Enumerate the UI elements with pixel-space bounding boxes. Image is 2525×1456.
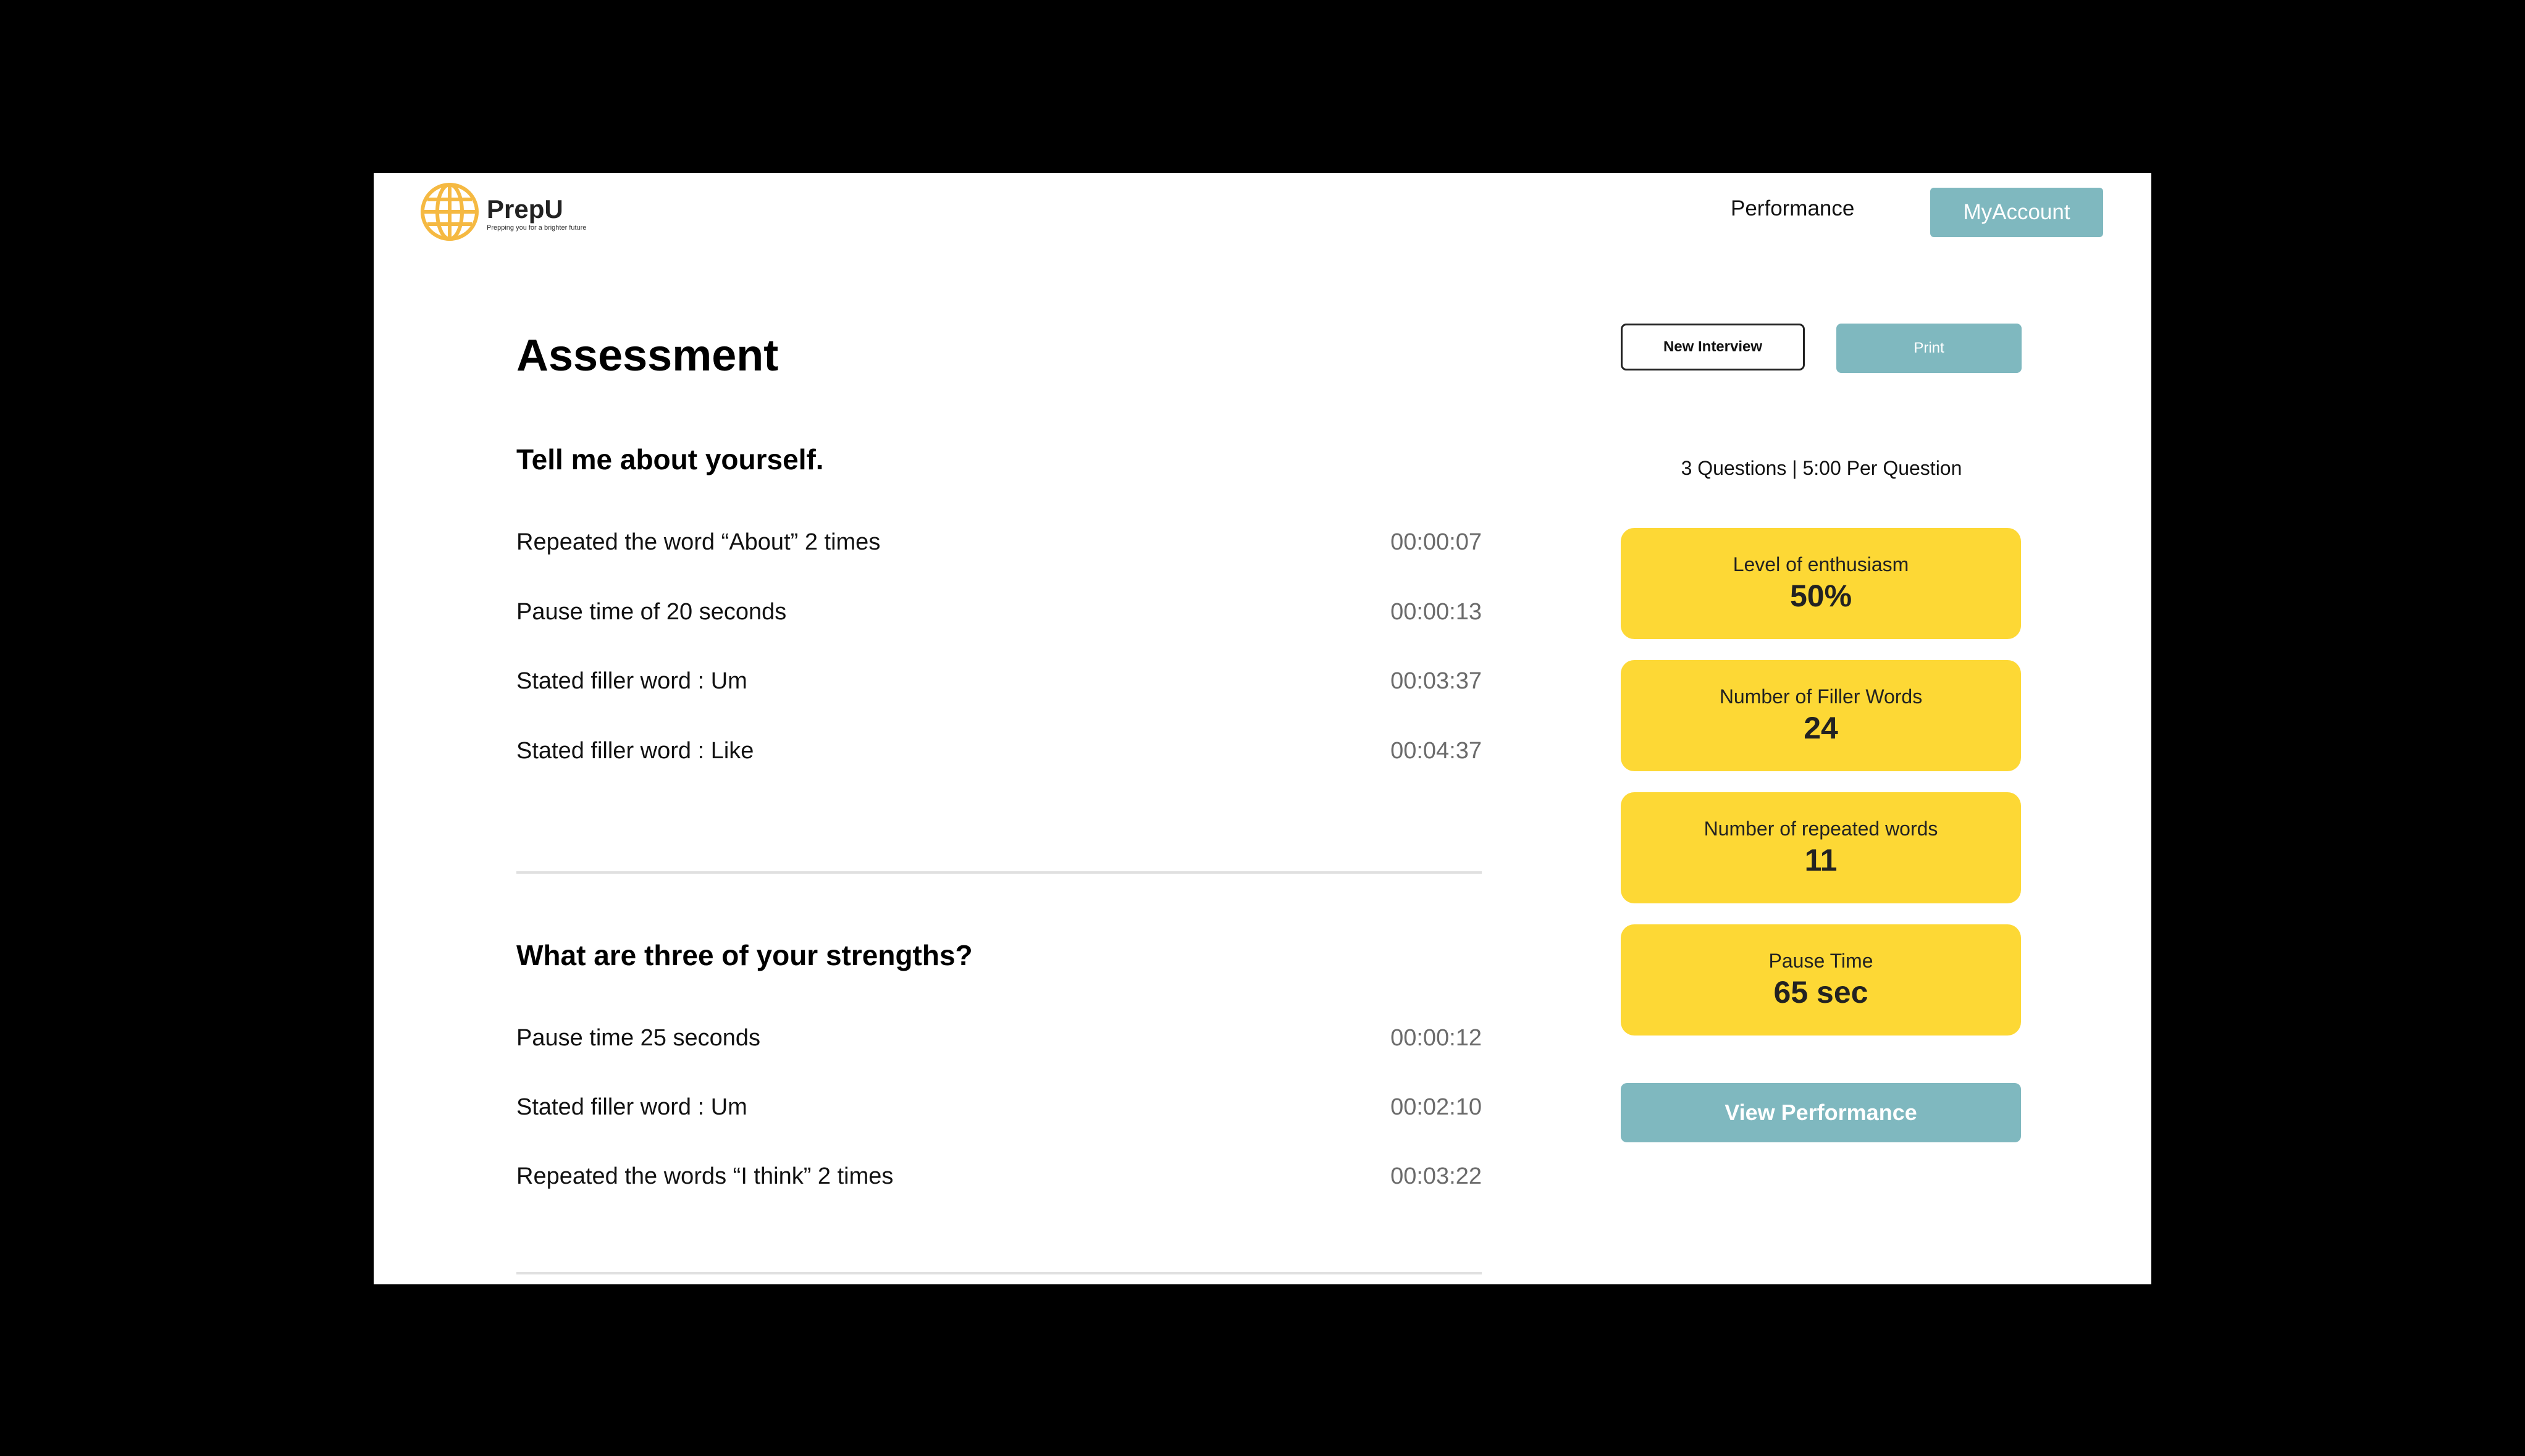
list-item: Stated filler word : Like 00:04:37 <box>516 738 1482 764</box>
brand-name: PrepU <box>487 194 563 224</box>
list-item: Stated filler word : Um 00:02:10 <box>516 1094 1482 1121</box>
question-title: Tell me about yourself. <box>516 443 824 475</box>
stat-label: Pause Time <box>1768 950 1873 972</box>
globe-icon <box>419 181 481 246</box>
item-text: Stated filler word : Like <box>516 738 754 764</box>
stat-value: 50% <box>1789 579 1852 613</box>
item-timestamp: 00:02:10 <box>1390 1094 1482 1120</box>
item-timestamp: 00:00:07 <box>1390 529 1482 555</box>
list-item: Repeated the word “About” 2 times 00:00:… <box>516 529 1482 556</box>
logo[interactable]: PrepU Prepping you for a brighter future <box>419 181 586 246</box>
list-item: Repeated the words “I think” 2 times 00:… <box>516 1163 1482 1190</box>
my-account-button[interactable]: MyAccount <box>1930 188 2103 237</box>
item-text: Stated filler word : Um <box>516 1094 747 1120</box>
item-timestamp: 00:04:37 <box>1390 738 1482 764</box>
item-timestamp: 00:03:22 <box>1390 1163 1482 1189</box>
stat-card-repeated-words: Number of repeated words 11 <box>1621 792 2021 903</box>
nav-performance-link[interactable]: Performance <box>1731 196 1854 221</box>
item-text: Pause time of 20 seconds <box>516 599 787 625</box>
list-item: Pause time of 20 seconds 00:00:13 <box>516 599 1482 625</box>
stat-value: 24 <box>1804 711 1838 745</box>
print-button[interactable]: Print <box>1836 324 2022 373</box>
new-interview-button[interactable]: New Interview <box>1621 324 1805 370</box>
stat-card-filler-words: Number of Filler Words 24 <box>1621 660 2021 771</box>
list-item: Pause time 25 seconds 00:00:12 <box>516 1025 1482 1052</box>
item-timestamp: 00:00:12 <box>1390 1025 1482 1051</box>
question-title: What are three of your strengths? <box>516 939 973 971</box>
item-timestamp: 00:00:13 <box>1390 599 1482 625</box>
item-timestamp: 00:03:37 <box>1390 668 1482 694</box>
stat-value: 11 <box>1804 843 1838 877</box>
page-title: Assessment <box>516 331 779 380</box>
logo-text: PrepU Prepping you for a brighter future <box>487 195 586 232</box>
view-performance-button[interactable]: View Performance <box>1621 1083 2021 1142</box>
item-text: Repeated the words “I think” 2 times <box>516 1163 894 1189</box>
item-text: Repeated the word “About” 2 times <box>516 529 881 555</box>
section-divider <box>516 1272 1482 1274</box>
stat-card-pause-time: Pause Time 65 sec <box>1621 924 2021 1036</box>
stat-card-enthusiasm: Level of enthusiasm 50% <box>1621 528 2021 639</box>
interview-summary: 3 Questions | 5:00 Per Question <box>1681 457 1962 479</box>
stat-label: Level of enthusiasm <box>1733 553 1909 575</box>
stat-label: Number of Filler Words <box>1719 685 1923 708</box>
item-text: Pause time 25 seconds <box>516 1025 761 1051</box>
brand-tagline: Prepping you for a brighter future <box>487 224 587 232</box>
item-text: Stated filler word : Um <box>516 668 747 694</box>
app-window: PrepU Prepping you for a brighter future… <box>374 173 2151 1284</box>
section-divider <box>516 871 1482 874</box>
list-item: Stated filler word : Um 00:03:37 <box>516 668 1482 695</box>
stat-value: 65 sec <box>1773 975 1868 1010</box>
stat-label: Number of repeated words <box>1704 818 1938 840</box>
